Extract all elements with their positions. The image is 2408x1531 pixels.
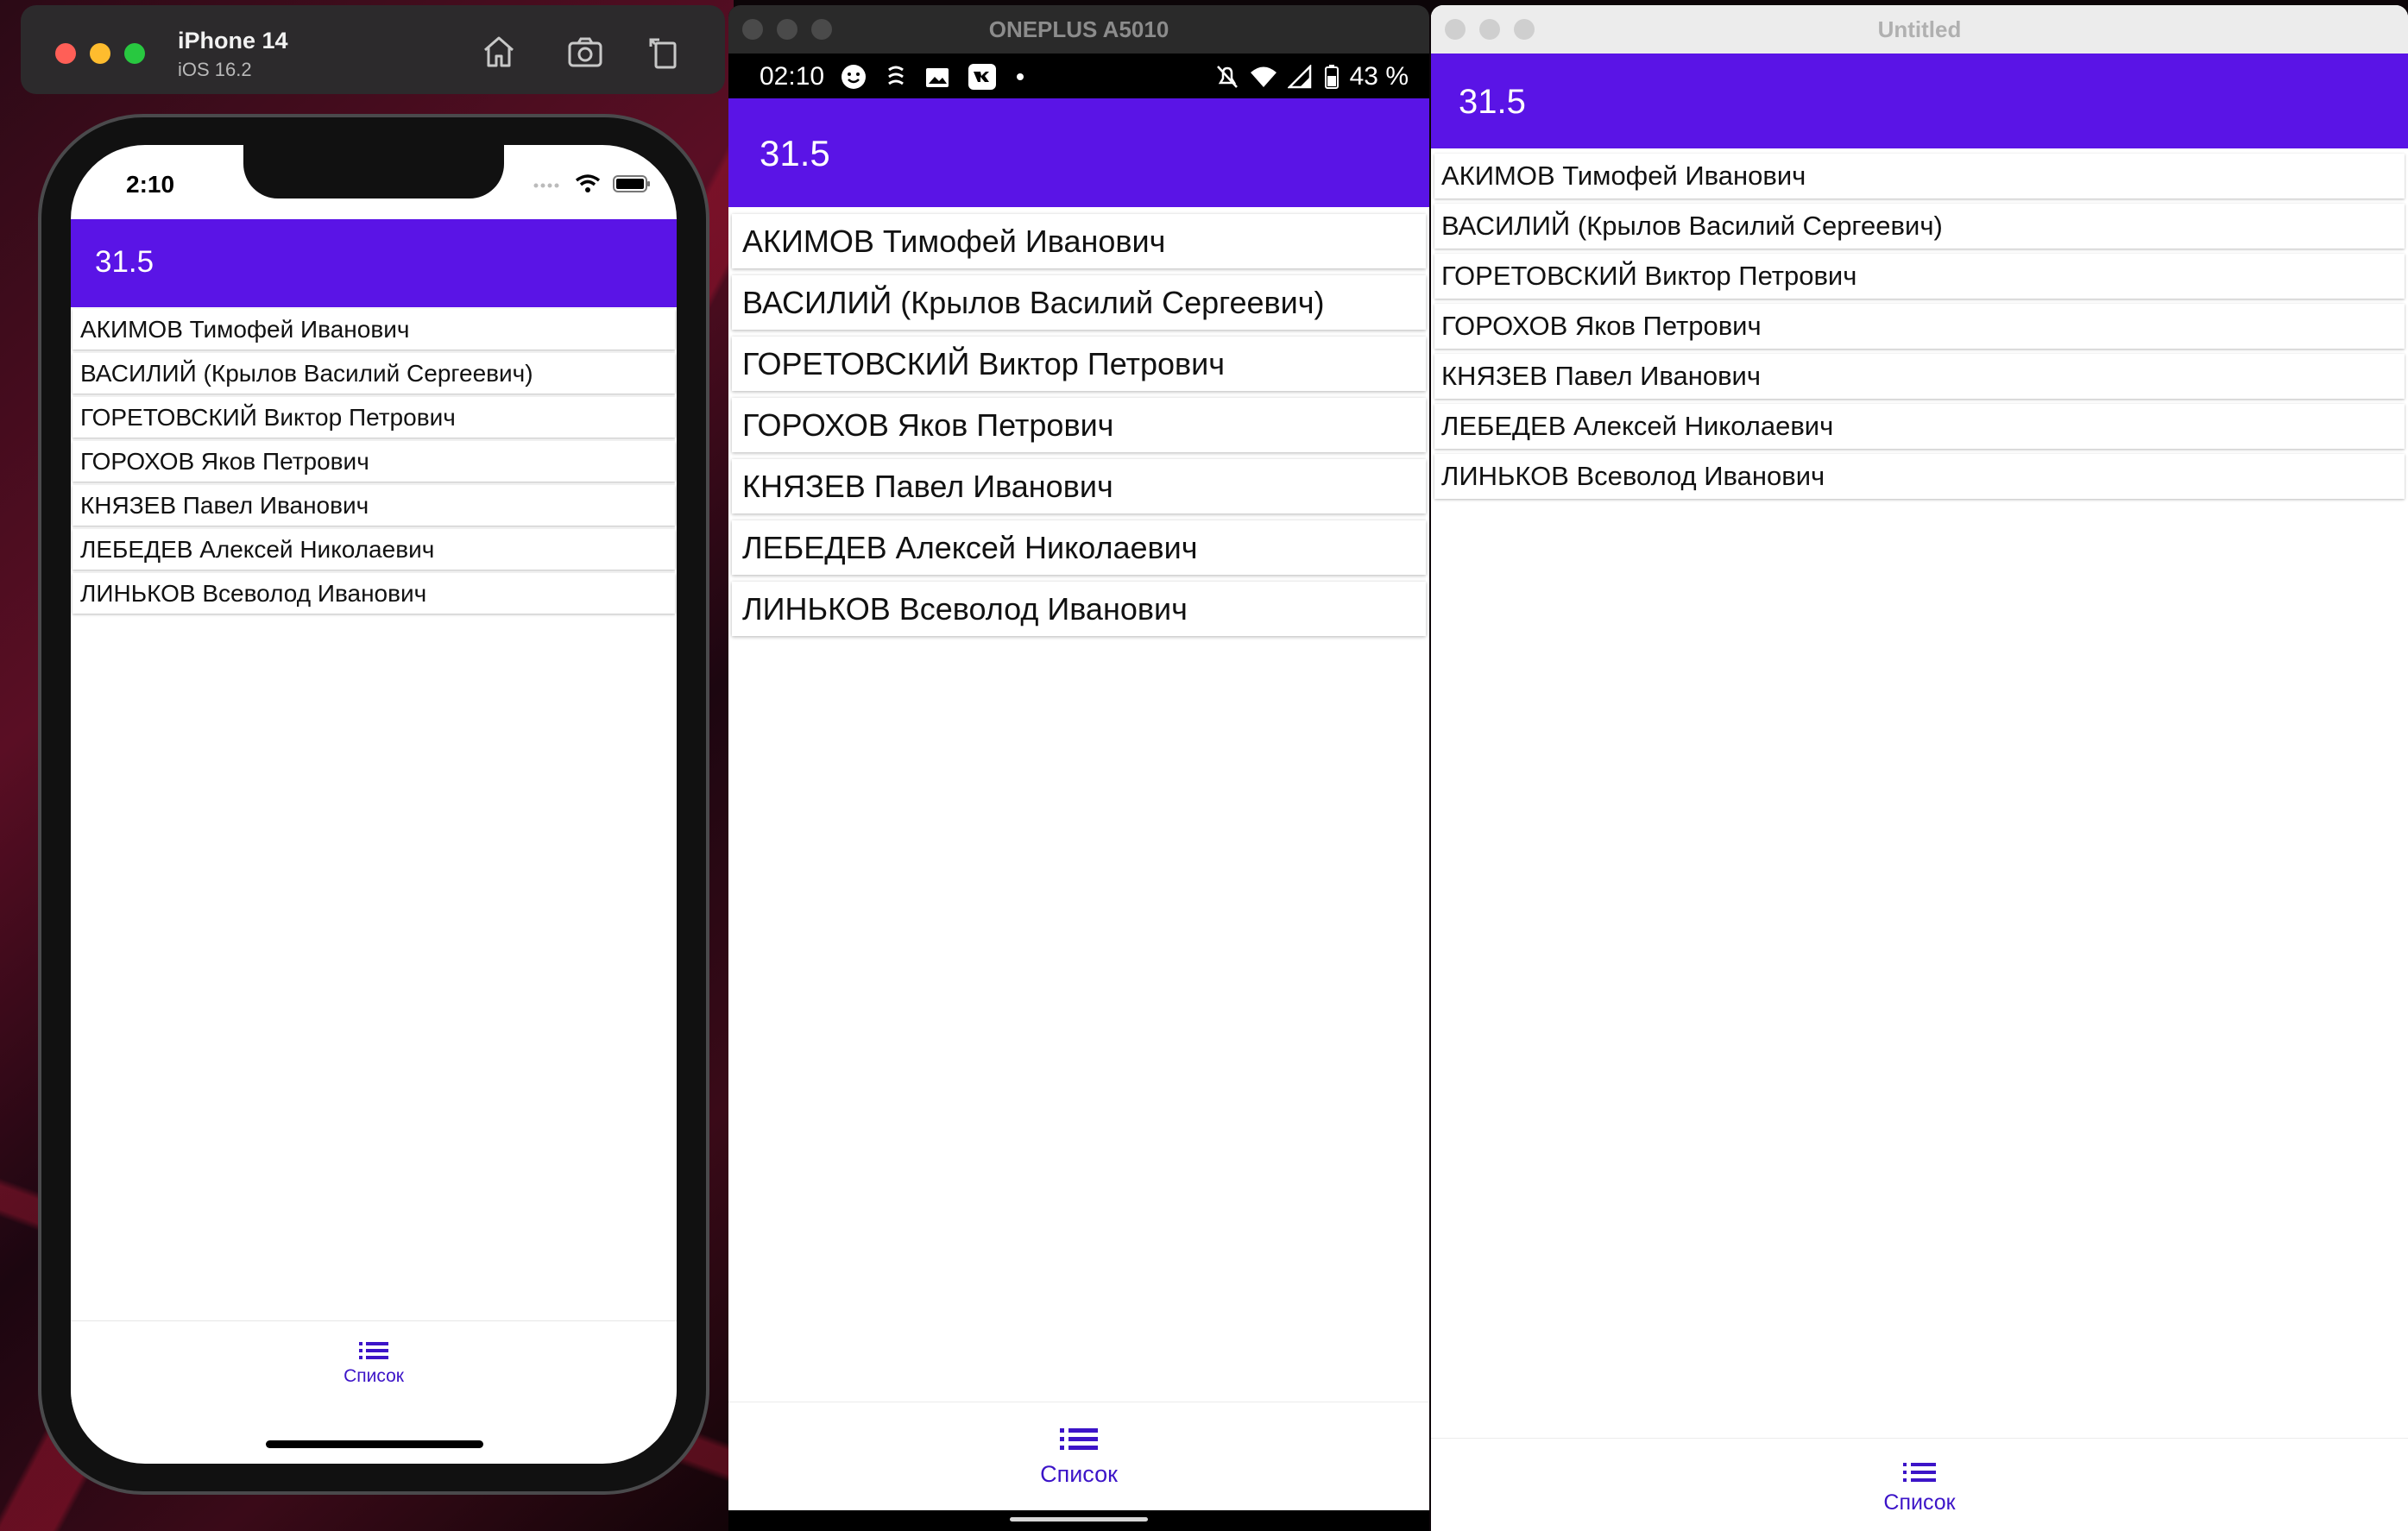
mac-tab-bar: Список (1431, 1438, 2408, 1531)
list-item[interactable]: ГОРЕТОВСКИЙ Виктор Петрович (732, 337, 1426, 391)
android-system-icons: 43 % (1215, 62, 1409, 91)
image-icon (926, 68, 949, 87)
tab-list[interactable]: Список (338, 1340, 409, 1387)
close-window-button[interactable] (55, 43, 76, 64)
list-item[interactable]: АКИМОВ Тимофей Иванович (72, 309, 675, 350)
tab-list-label: Список (344, 1366, 404, 1386)
simulator-os-version: iOS 16.2 (178, 59, 252, 80)
list-item[interactable]: КНЯЗЕВ Павел Иванович (732, 459, 1426, 513)
wifi-icon (1250, 66, 1276, 87)
list-item[interactable]: ВАСИЛИЙ (Крылов Василий Сергеевич) (732, 275, 1426, 330)
mac-list: АКИМОВ Тимофей Иванович ВАСИЛИЙ (Крылов … (1431, 154, 2408, 504)
app-notification-icon (888, 66, 904, 85)
list-item[interactable]: ГОРОХОВ Яков Петрович (72, 441, 675, 482)
android-content: АКИМОВ Тимофей Иванович ВАСИЛИЙ (Крылов … (728, 207, 1429, 1511)
list-item[interactable]: ЛИНЬКОВ Всеволод Иванович (732, 582, 1426, 636)
home-indicator[interactable] (266, 1440, 483, 1448)
vk-icon (968, 64, 996, 90)
dot-icon (1017, 73, 1024, 80)
list-item[interactable]: ВАСИЛИЙ (Крылов Василий Сергеевич) (1434, 204, 2405, 249)
ios-status-icons (533, 171, 651, 197)
iphone-notch (243, 145, 504, 198)
list-icon (1903, 1463, 1936, 1482)
list-item[interactable]: КНЯЗЕВ Павел Иванович (72, 485, 675, 526)
list-item[interactable]: ЛЕБЕДЕВ Алексей Николаевич (1434, 404, 2405, 449)
android-emulator-window: ONEPLUS A5010 02:10 43 % 31.5 АКИМОВ Тим… (728, 5, 1429, 1531)
android-list: АКИМОВ Тимофей Иванович ВАСИЛИЙ (Крылов … (728, 214, 1429, 643)
android-notification-icons (841, 64, 1025, 90)
list-item[interactable]: ГОРЕТОВСКИЙ Виктор Петрович (1434, 254, 2405, 299)
android-title-bar: ONEPLUS A5010 (728, 5, 1429, 54)
mute-icon (1216, 66, 1238, 88)
wifi-icon (575, 174, 601, 192)
battery-percent: 43 % (1349, 62, 1409, 91)
tab-list[interactable]: Список (1868, 1461, 1971, 1515)
list-item[interactable]: ГОРЕТОВСКИЙ Виктор Петрович (72, 397, 675, 438)
tab-list[interactable]: Список (1027, 1427, 1131, 1488)
list-item[interactable]: КНЯЗЕВ Павел Иванович (1434, 354, 2405, 399)
smiley-icon (842, 65, 866, 89)
list-item[interactable]: АКИМОВ Тимофей Иванович (732, 214, 1426, 268)
simulator-toolbar: iPhone 14 iOS 16.2 (21, 5, 725, 94)
list-item[interactable]: ЛЕБЕДЕВ Алексей Николаевич (72, 529, 675, 570)
tab-list-label: Список (1040, 1461, 1118, 1487)
android-app-bar: 31.5 (728, 98, 1429, 207)
gesture-bar[interactable] (1010, 1517, 1148, 1522)
signal-icon (533, 183, 559, 188)
battery-icon (613, 175, 650, 192)
iphone-screen: 2:10 31.5 АКИМОВ Тимофей Иванович ВАСИЛИ… (71, 145, 677, 1464)
mac-app-window: Untitled 31.5 АКИМОВ Тимофей Иванович ВА… (1431, 5, 2408, 1531)
signal-icon (1287, 65, 1311, 89)
list-item[interactable]: ЛИНЬКОВ Всеволод Иванович (1434, 454, 2405, 499)
ios-app-bar: 31.5 (71, 219, 677, 307)
screenshot-icon[interactable] (564, 31, 606, 72)
android-nav-bar (728, 1510, 1429, 1531)
simulator-device-name: iPhone 14 (178, 28, 288, 54)
ios-list: АКИМОВ Тимофей Иванович ВАСИЛИЙ (Крылов … (71, 309, 677, 617)
ios-tab-bar: Список (71, 1320, 677, 1409)
android-tab-bar: Список (728, 1402, 1429, 1511)
list-icon (1060, 1428, 1098, 1450)
android-app-title: 31.5 (760, 133, 830, 173)
list-item[interactable]: ГОРОХОВ Яков Петрович (732, 398, 1426, 452)
mac-title-bar: Untitled (1431, 5, 2408, 54)
mac-window-title: Untitled (1877, 16, 1962, 42)
android-window-title: ONEPLUS A5010 (988, 16, 1169, 42)
list-item[interactable]: ЛИНЬКОВ Всеволод Иванович (72, 573, 675, 614)
home-icon[interactable] (478, 31, 520, 72)
mac-app-title: 31.5 (1459, 83, 1526, 121)
list-item[interactable]: ГОРОХОВ Яков Петрович (1434, 304, 2405, 349)
ios-status-time: 2:10 (126, 171, 175, 198)
list-item[interactable]: АКИМОВ Тимофей Иванович (1434, 154, 2405, 198)
battery-icon (1324, 65, 1339, 89)
list-icon (359, 1342, 388, 1359)
android-status-time: 02:10 (760, 62, 825, 91)
list-item[interactable]: ВАСИЛИЙ (Крылов Василий Сергеевич) (72, 353, 675, 394)
android-status-bar: 02:10 43 % (728, 54, 1429, 98)
rotate-icon[interactable] (644, 31, 685, 72)
list-item[interactable]: ЛЕБЕДЕВ Алексей Николаевич (732, 520, 1426, 575)
tab-list-label: Список (1883, 1490, 1956, 1515)
mac-app-bar: 31.5 (1431, 54, 2408, 148)
ios-app-title: 31.5 (95, 245, 154, 279)
zoom-window-button[interactable] (124, 43, 145, 64)
minimize-window-button[interactable] (90, 43, 110, 64)
